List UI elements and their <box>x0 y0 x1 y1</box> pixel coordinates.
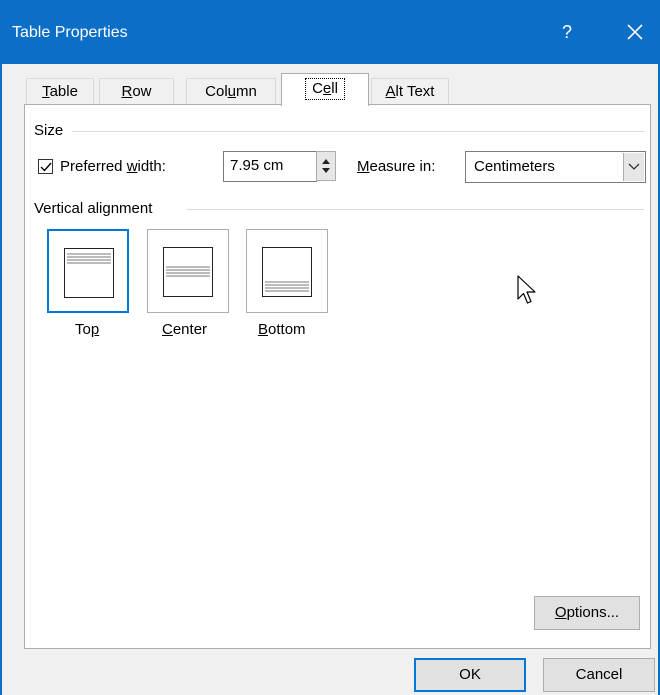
align-bottom-button[interactable] <box>246 229 328 313</box>
measure-in-label: Measure in: <box>357 158 436 175</box>
cancel-button[interactable]: Cancel <box>543 658 655 692</box>
tab-row[interactable]: Row <box>99 78 174 105</box>
tab-alt-text-rest: lt Text <box>395 83 435 100</box>
align-center-icon <box>163 247 213 297</box>
options-rest: ptions... <box>566 604 620 621</box>
align-center-button[interactable] <box>147 229 229 313</box>
tab-cell[interactable]: Cell <box>281 73 369 106</box>
tab-cell-mnemonic: e <box>322 80 332 97</box>
help-button[interactable]: ? <box>555 18 579 46</box>
tab-panel-cell <box>24 104 651 649</box>
preferred-width-input[interactable]: 7.95 cm <box>223 151 317 182</box>
size-group-label: Size <box>34 122 64 139</box>
tab-cell-rest: ll <box>331 80 338 97</box>
align-bottom-label: Bottom <box>258 321 306 338</box>
ok-button[interactable]: OK <box>414 658 526 692</box>
tab-column[interactable]: Column <box>186 78 276 105</box>
measure-in-select[interactable]: Centimeters <box>465 151 646 183</box>
tab-alt-text-mnemonic: A <box>385 83 396 100</box>
align-top-button[interactable] <box>47 229 129 313</box>
tab-column-rest: mn <box>236 83 257 100</box>
tab-row-rest: ow <box>132 83 152 100</box>
options-button[interactable]: Options... <box>534 596 640 630</box>
chevron-down-icon <box>628 163 640 170</box>
options-mnemonic: O <box>554 604 567 621</box>
mouse-cursor-icon <box>517 275 536 304</box>
tab-column-mnemonic: u <box>227 83 236 100</box>
tab-column-pre: Col <box>205 83 228 100</box>
align-center-label: Center <box>162 321 208 338</box>
align-top-icon <box>64 248 114 298</box>
align-top-label: Top <box>75 321 100 338</box>
tab-table[interactable]: Table <box>26 78 94 105</box>
close-button[interactable] <box>610 12 660 52</box>
measure-in-dropdown-button[interactable] <box>623 153 644 181</box>
vertical-alignment-label: Vertical alignment <box>34 200 153 217</box>
window-title: Table Properties <box>12 24 128 41</box>
tab-cell-label: Cell <box>305 78 345 100</box>
preferred-width-spinner[interactable] <box>316 151 336 181</box>
close-icon <box>627 24 643 40</box>
align-bottom-icon <box>262 247 312 297</box>
measure-in-value: Centimeters <box>474 158 555 175</box>
tab-table-mnemonic: T <box>42 83 50 100</box>
tab-alt-text[interactable]: Alt Text <box>371 78 449 105</box>
tab-row-mnemonic: R <box>121 83 133 100</box>
title-bar: Table Properties ? <box>0 0 660 64</box>
tab-cell-pre: C <box>312 80 323 97</box>
tab-table-rest: able <box>49 83 78 100</box>
checkmark-icon <box>40 162 52 172</box>
size-group-divider <box>72 131 644 132</box>
preferred-width-label: Preferred width: <box>60 158 166 175</box>
vertical-alignment-divider <box>186 209 644 210</box>
preferred-width-checkbox[interactable] <box>38 159 53 174</box>
spin-up-icon <box>322 159 330 164</box>
spin-down-icon <box>322 168 330 173</box>
